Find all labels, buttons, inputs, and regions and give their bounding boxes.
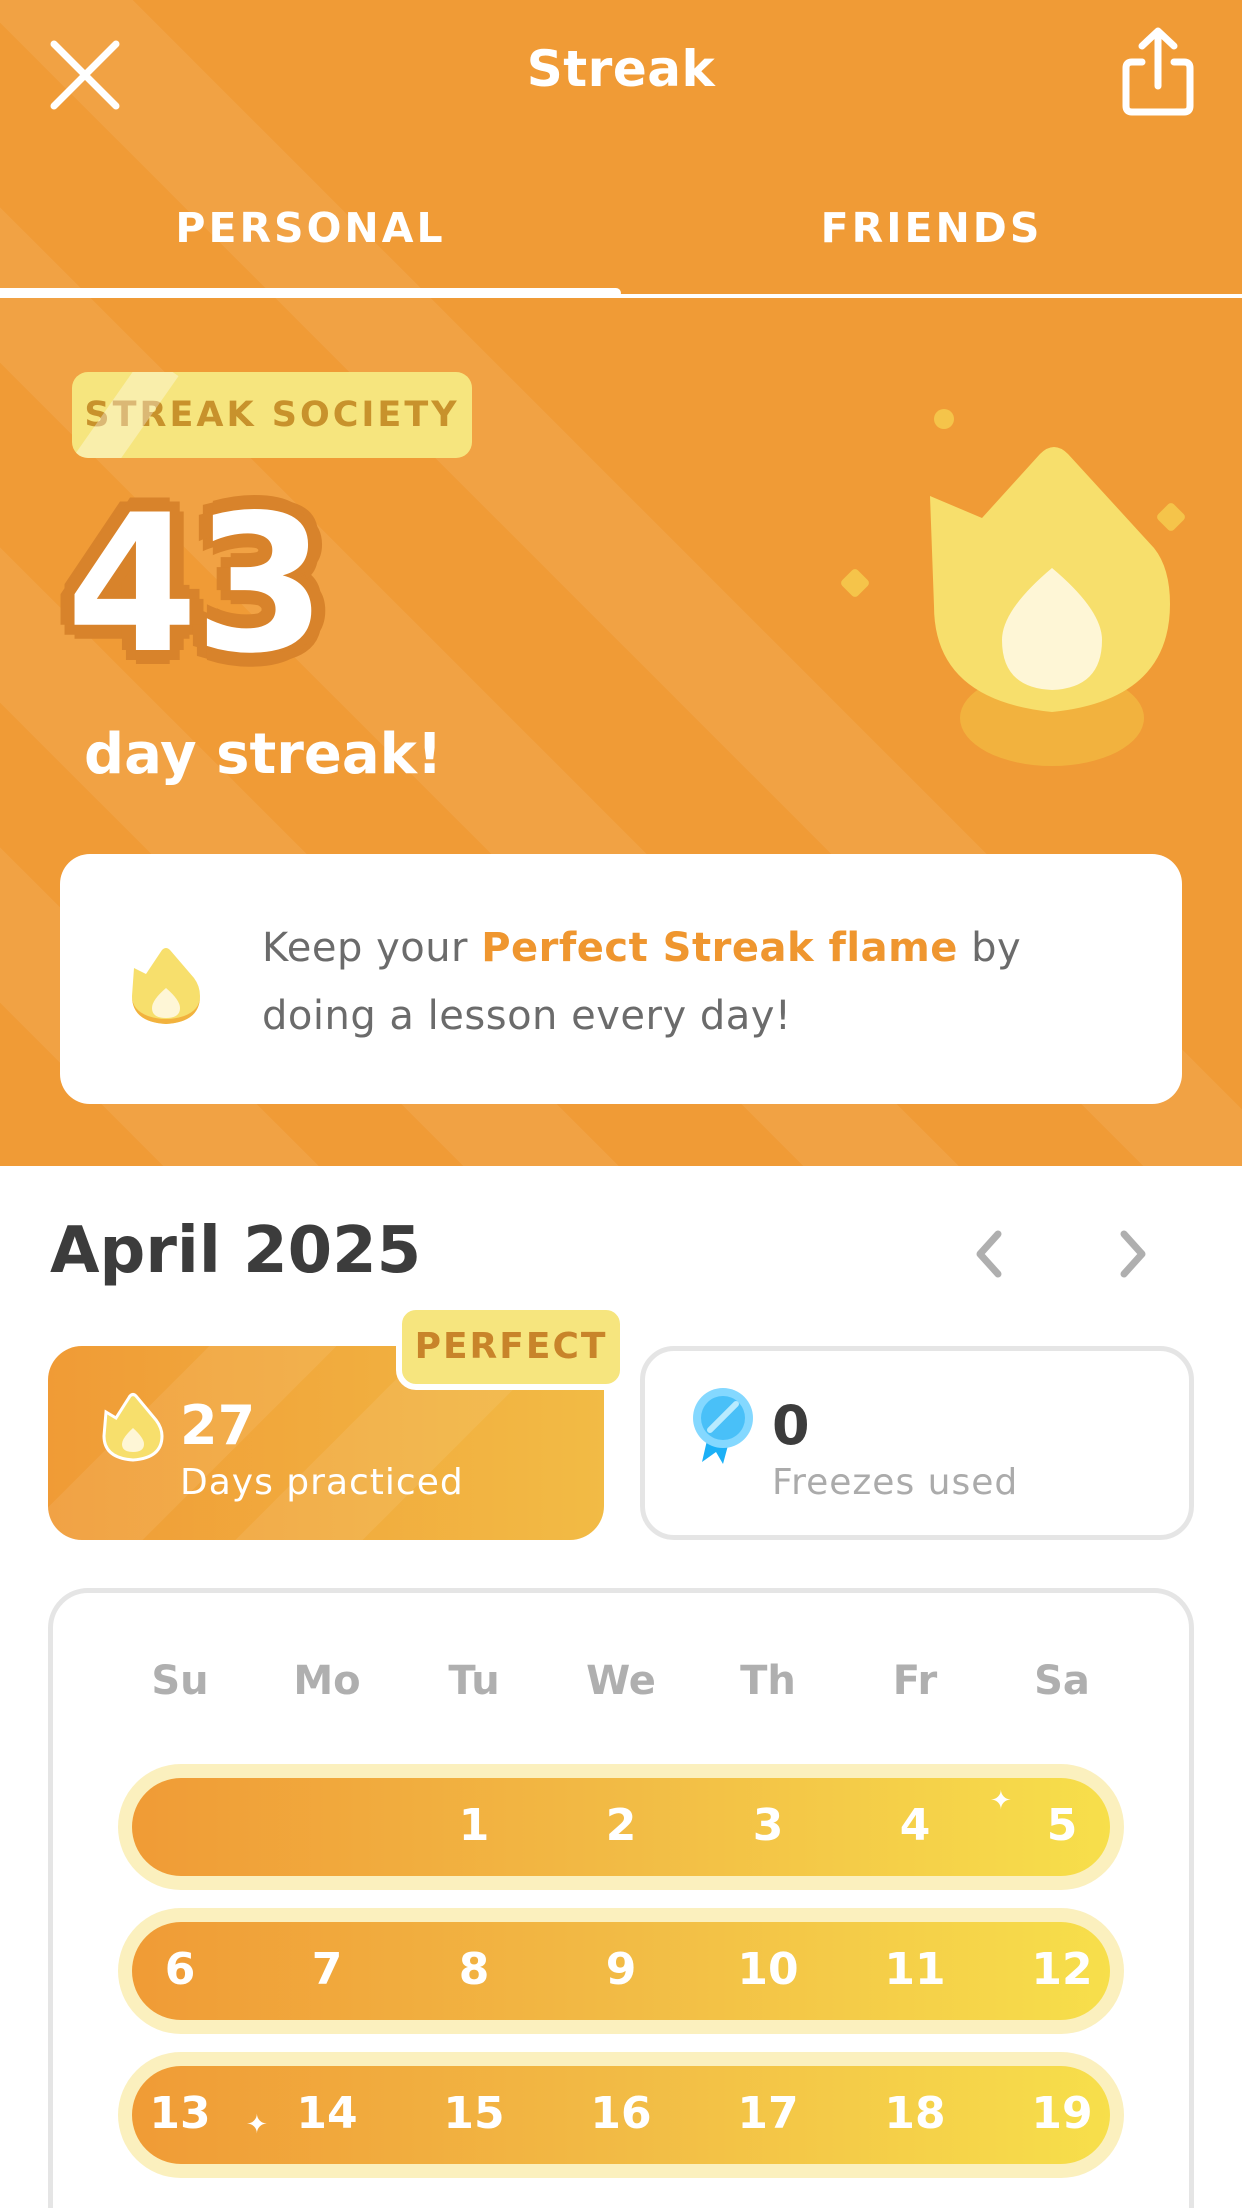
weekday-monday: Mo xyxy=(293,1658,361,1704)
weekday-saturday: Sa xyxy=(1034,1658,1090,1704)
calendar-day[interactable]: 3 xyxy=(718,1800,818,1851)
calendar-day[interactable]: 6 xyxy=(130,1944,230,1995)
tip-card: Keep your Perfect Streak flame by doing … xyxy=(60,854,1182,1104)
streak-label: day streak! xyxy=(84,722,443,787)
weekday-sunday: Su xyxy=(151,1658,209,1704)
calendar-day[interactable]: 15 xyxy=(424,2088,524,2139)
tip-prefix: Keep your xyxy=(262,925,482,971)
sparkle-icon: ✦ xyxy=(246,2110,268,2140)
flame-icon xyxy=(132,948,200,1024)
streak-hero: Streak PERSONAL FRIENDS STREAK SOCIETY 4… xyxy=(0,0,1242,1166)
sparkle-icon: ✦ xyxy=(990,1786,1012,1816)
tab-bar: PERSONAL FRIENDS xyxy=(0,190,1242,300)
calendar-day[interactable]: 2 xyxy=(571,1800,671,1851)
calendar-day[interactable]: 12 xyxy=(1012,1944,1112,1995)
calendar-day[interactable]: 4 xyxy=(865,1800,965,1851)
share-icon xyxy=(1122,27,1194,116)
calendar-day[interactable]: 9 xyxy=(571,1944,671,1995)
days-practiced-value: 27 xyxy=(180,1394,256,1457)
perfect-badge: PERFECT xyxy=(396,1304,626,1390)
freeze-icon xyxy=(693,1388,753,1464)
freezes-used-value: 0 xyxy=(772,1394,810,1457)
calendar-day[interactable]: 10 xyxy=(718,1944,818,1995)
calendar-day[interactable]: 11 xyxy=(865,1944,965,1995)
page-title: Streak xyxy=(526,40,716,98)
flame-icon xyxy=(841,409,1185,766)
share-button[interactable] xyxy=(1120,26,1196,118)
tab-personal[interactable]: PERSONAL xyxy=(0,190,621,300)
streak-count: 43 xyxy=(66,474,326,695)
calendar-day[interactable]: 14 xyxy=(277,2088,377,2139)
tip-message: Keep your Perfect Streak flame by doing … xyxy=(262,914,1142,1050)
next-month-button[interactable] xyxy=(1100,1222,1164,1286)
weekday-tuesday: Tu xyxy=(448,1658,500,1704)
calendar-day[interactable]: 19 xyxy=(1012,2088,1112,2139)
weekday-friday: Fr xyxy=(892,1658,938,1704)
previous-month-button[interactable] xyxy=(958,1222,1022,1286)
freezes-used-label: Freezes used xyxy=(772,1462,1019,1503)
calendar-day[interactable]: 18 xyxy=(865,2088,965,2139)
calendar-day[interactable]: 5 xyxy=(1012,1800,1112,1851)
calendar-day[interactable]: 13 xyxy=(130,2088,230,2139)
month-title: April 2025 xyxy=(50,1214,422,1288)
tip-highlight: Perfect Streak flame xyxy=(481,925,958,971)
tab-active-indicator xyxy=(0,288,621,298)
weekday-thursday: Th xyxy=(740,1658,796,1704)
chevron-left-icon xyxy=(976,1230,1002,1278)
calendar-day[interactable]: 7 xyxy=(277,1944,377,1995)
flame-icon xyxy=(102,1393,164,1462)
streak-society-badge: STREAK SOCIETY xyxy=(72,372,472,458)
tab-friends[interactable]: FRIENDS xyxy=(621,190,1242,300)
calendar-day[interactable]: 1 xyxy=(424,1800,524,1851)
chevron-right-icon xyxy=(1120,1230,1146,1278)
days-practiced-label: Days practiced xyxy=(180,1462,464,1503)
calendar-day[interactable]: 16 xyxy=(571,2088,671,2139)
calendar-day[interactable]: 8 xyxy=(424,1944,524,1995)
calendar-day[interactable]: 17 xyxy=(718,2088,818,2139)
top-bar: Streak xyxy=(0,0,1242,150)
weekday-wednesday: We xyxy=(586,1658,656,1704)
